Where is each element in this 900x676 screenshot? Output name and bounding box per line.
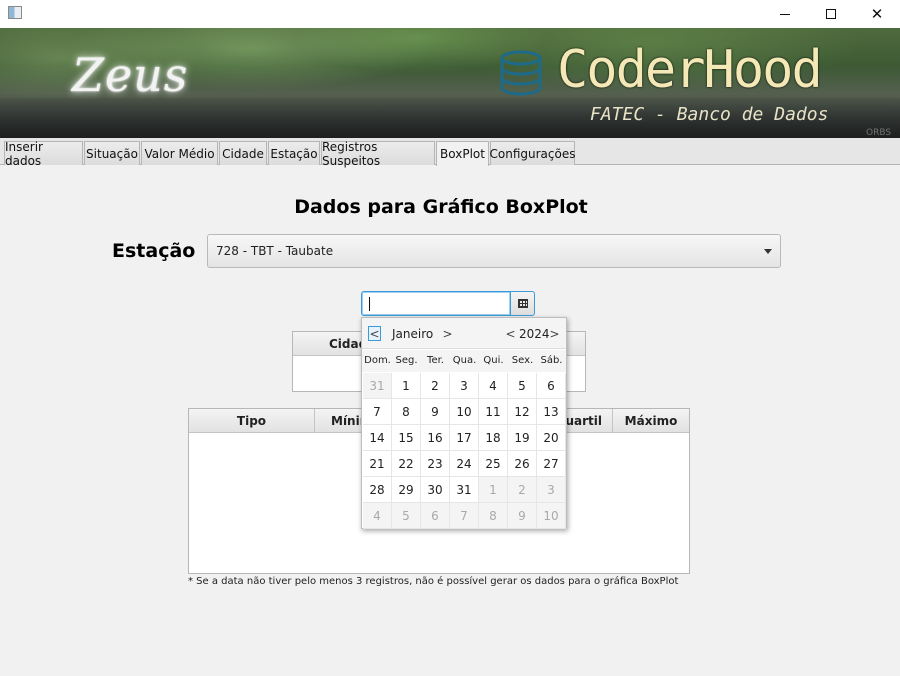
calendar-day[interactable]: 7: [363, 399, 392, 425]
calendar-day[interactable]: 22: [392, 451, 421, 477]
date-input[interactable]: [361, 291, 511, 316]
tab-valor-medio[interactable]: Valor Médio: [141, 141, 218, 165]
close-button[interactable]: ✕: [854, 0, 900, 28]
tab-boxplot[interactable]: BoxPlot: [436, 141, 489, 166]
minimize-icon: [780, 13, 790, 15]
close-icon: ✕: [870, 5, 884, 23]
title-bar: ✕: [0, 0, 900, 28]
brand-name: CoderHood: [557, 40, 823, 100]
footnote: * Se a data não tiver pelo menos 3 regis…: [188, 576, 679, 587]
prev-month-button[interactable]: <: [368, 326, 381, 341]
tab-registros-suspeitos[interactable]: Registros Suspeitos: [321, 140, 435, 168]
calendar-day[interactable]: 14: [363, 425, 392, 451]
maximize-button[interactable]: [808, 0, 854, 28]
calendar-day[interactable]: 29: [392, 477, 421, 503]
calendar-day[interactable]: 5: [392, 503, 421, 529]
calendar-header: < Janeiro > < 2024 >: [362, 318, 566, 349]
app-logo-text: Zeus: [72, 48, 189, 102]
weekday-label: Seg.: [395, 355, 418, 366]
calendar-day[interactable]: 10: [537, 503, 566, 529]
calendar-day[interactable]: 30: [421, 477, 450, 503]
calendar-day[interactable]: 21: [363, 451, 392, 477]
calendar-day[interactable]: 8: [479, 503, 508, 529]
calendar-day[interactable]: 9: [421, 399, 450, 425]
calendar-day[interactable]: 23: [421, 451, 450, 477]
calendar-day[interactable]: 11: [479, 399, 508, 425]
year-label: 2024: [519, 327, 550, 341]
calendar-day[interactable]: 6: [537, 373, 566, 399]
calendar-icon: [517, 299, 528, 308]
calendar-day[interactable]: 13: [537, 399, 566, 425]
app-icon: [8, 6, 22, 19]
header-banner: Zeus CoderHood FATEC - Banco de Dados OR…: [0, 28, 900, 138]
calendar-day[interactable]: 4: [363, 503, 392, 529]
calendar-day[interactable]: 26: [508, 451, 537, 477]
calendar-day[interactable]: 1: [479, 477, 508, 503]
calendar-day[interactable]: 19: [508, 425, 537, 451]
watermark: ORBS: [866, 128, 892, 138]
calendar-day[interactable]: 7: [450, 503, 479, 529]
calendar-day[interactable]: 6: [421, 503, 450, 529]
tab-bar: Inserir dados Situação Valor Médio Cidad…: [0, 138, 900, 168]
station-select[interactable]: 728 - TBT - Taubate: [207, 234, 781, 268]
weekday-label: Qua.: [452, 355, 477, 366]
weekday-label: Sáb.: [540, 355, 563, 366]
weekday-label: Sex.: [511, 355, 534, 366]
calendar-day[interactable]: 1: [392, 373, 421, 399]
calendar-day[interactable]: 24: [450, 451, 479, 477]
calendar-day[interactable]: 9: [508, 503, 537, 529]
calendar-day[interactable]: 8: [392, 399, 421, 425]
column-header-maximo[interactable]: Máximo: [613, 409, 689, 433]
text-caret: [369, 297, 370, 311]
tab-inserir-dados[interactable]: Inserir dados: [4, 140, 83, 168]
database-icon: [500, 50, 542, 96]
calendar-day[interactable]: 3: [450, 373, 479, 399]
calendar-day[interactable]: 5: [508, 373, 537, 399]
brand-subtitle: FATEC - Banco de Dados: [590, 104, 829, 125]
calendar-day[interactable]: 28: [363, 477, 392, 503]
calendar-day[interactable]: 25: [479, 451, 508, 477]
calendar-day[interactable]: 20: [537, 425, 566, 451]
calendar-day[interactable]: 16: [421, 425, 450, 451]
station-label: Estação: [112, 240, 196, 262]
calendar-day[interactable]: 31: [363, 373, 392, 399]
next-year-button[interactable]: >: [548, 326, 561, 341]
maximize-icon: [826, 9, 836, 19]
calendar-day[interactable]: 31: [450, 477, 479, 503]
calendar-day[interactable]: 27: [537, 451, 566, 477]
calendar-day[interactable]: 18: [479, 425, 508, 451]
calendar-day[interactable]: 2: [421, 373, 450, 399]
calendar-day[interactable]: 12: [508, 399, 537, 425]
tab-estacao[interactable]: Estação: [268, 141, 320, 165]
tab-cidade[interactable]: Cidade: [219, 141, 267, 165]
station-select-value: 728 - TBT - Taubate: [216, 244, 334, 258]
page-title: Dados para Gráfico BoxPlot: [294, 196, 588, 218]
weekday-label: Qui.: [483, 355, 504, 366]
column-header-tipo[interactable]: Tipo: [189, 409, 315, 433]
calendar-day[interactable]: 2: [508, 477, 537, 503]
month-label: Janeiro: [392, 327, 434, 341]
date-picker-button[interactable]: [510, 291, 535, 316]
chevron-down-icon: [764, 249, 772, 254]
tab-configuracoes[interactable]: Configurações: [490, 141, 575, 165]
calendar-day[interactable]: 15: [392, 425, 421, 451]
weekday-label: Dom.: [364, 355, 391, 366]
calendar-day[interactable]: 10: [450, 399, 479, 425]
calendar-day[interactable]: 4: [479, 373, 508, 399]
calendar-day[interactable]: 3: [537, 477, 566, 503]
weekday-label: Ter.: [427, 355, 444, 366]
minimize-button[interactable]: [762, 0, 808, 28]
calendar-day[interactable]: 17: [450, 425, 479, 451]
calendar-popup: < Janeiro > < 2024 > Dom. Seg. Ter. Qua. Qui…: [361, 317, 567, 529]
tab-situacao[interactable]: Situação: [84, 141, 140, 165]
next-month-button[interactable]: >: [441, 326, 454, 341]
prev-year-button[interactable]: <: [504, 326, 517, 341]
weekday-header: Dom. Seg. Ter. Qua. Qui. Sex. Sáb.: [362, 350, 566, 372]
